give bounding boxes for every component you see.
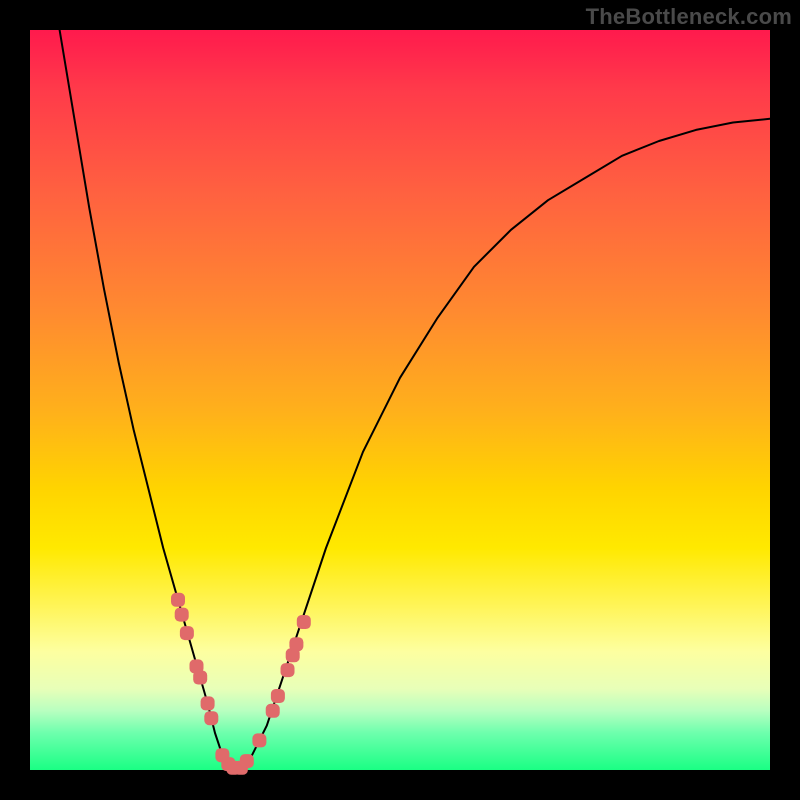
curve-path	[60, 30, 770, 770]
data-marker	[180, 626, 194, 640]
data-marker	[266, 704, 280, 718]
data-marker	[281, 663, 295, 677]
data-marker	[297, 615, 311, 629]
chart-svg	[30, 30, 770, 770]
data-marker	[289, 637, 303, 651]
chart-frame	[30, 30, 770, 770]
data-marker	[171, 593, 185, 607]
data-marker	[271, 689, 285, 703]
data-marker	[240, 754, 254, 768]
data-marker	[201, 696, 215, 710]
data-marker	[193, 671, 207, 685]
data-marker	[204, 711, 218, 725]
watermark-text: TheBottleneck.com	[586, 4, 792, 30]
data-marker	[252, 733, 266, 747]
bottleneck-curve	[60, 30, 770, 770]
data-marker	[175, 608, 189, 622]
data-markers	[171, 593, 311, 775]
